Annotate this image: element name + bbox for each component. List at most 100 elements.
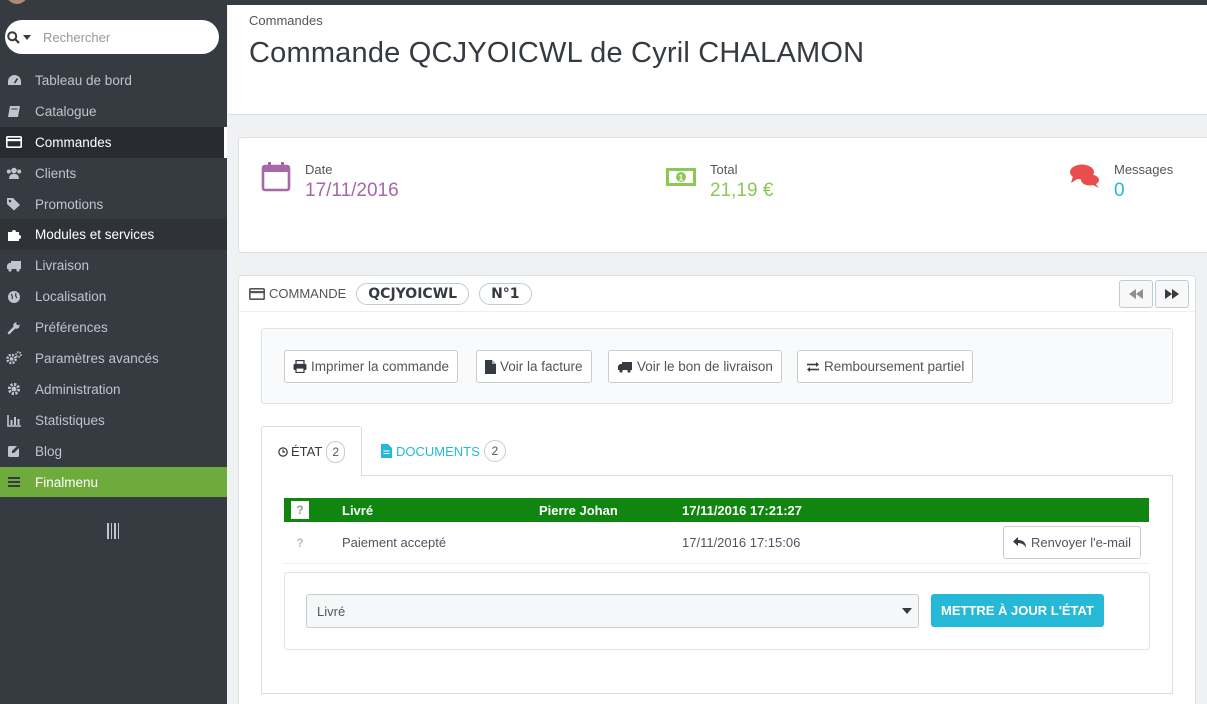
update-status-button[interactable]: METTRE À JOUR L'ÉTAT bbox=[931, 594, 1104, 627]
sidebar-item-label: Clients bbox=[35, 165, 77, 181]
sidebar-item-promotions[interactable]: Promotions bbox=[0, 189, 227, 220]
sidebar-item-advanced-parameters[interactable]: Paramètres avancés bbox=[0, 343, 227, 374]
tab-documents[interactable]: DOCUMENTS 2 bbox=[365, 426, 522, 476]
sidebar-item-label: Statistiques bbox=[35, 412, 105, 428]
sidebar-item-label: Administration bbox=[35, 381, 121, 397]
sidebar-item-blog[interactable]: Blog bbox=[0, 436, 227, 467]
print-icon bbox=[293, 360, 307, 373]
tab-status[interactable]: ÉTAT 2 bbox=[261, 426, 362, 477]
kpi-panel: Date 17/11/2016 1 Total 21,19 € Messages… bbox=[238, 137, 1207, 253]
partial-refund-label: Remboursement partiel bbox=[824, 359, 965, 374]
globe-icon bbox=[6, 289, 22, 305]
wrench-icon bbox=[6, 320, 22, 336]
sidebar-item-label: Paramètres avancés bbox=[35, 350, 159, 366]
exchange-icon bbox=[806, 361, 820, 373]
sidebar-item-label: Blog bbox=[35, 443, 63, 459]
menu-lines-icon bbox=[6, 474, 22, 490]
truck-icon bbox=[617, 361, 633, 373]
truck-icon bbox=[6, 258, 22, 274]
comments-icon bbox=[1070, 164, 1099, 188]
order-panel-header: COMMANDE QCJYOICWL N°1 bbox=[239, 276, 1195, 312]
sidebar-item-orders[interactable]: Commandes bbox=[0, 126, 227, 158]
kpi-total-label: Total bbox=[710, 162, 738, 177]
sidebar-item-administration[interactable]: Administration bbox=[0, 374, 227, 405]
status-mark-icon: ? bbox=[291, 501, 309, 519]
partial-refund-button[interactable]: Remboursement partiel bbox=[797, 350, 974, 383]
credit-card-icon bbox=[249, 287, 265, 300]
sidebar-item-preferences[interactable]: Préférences bbox=[0, 312, 227, 343]
order-status-select[interactable]: Livré bbox=[306, 594, 919, 628]
print-order-button[interactable]: Imprimer la commande bbox=[284, 350, 459, 383]
clock-icon bbox=[278, 446, 288, 457]
tags-icon bbox=[6, 196, 22, 212]
cogs-icon bbox=[6, 350, 22, 366]
view-invoice-button[interactable]: Voir la facture bbox=[476, 350, 592, 383]
search-scope-button[interactable] bbox=[5, 20, 33, 54]
caret-down-icon bbox=[902, 608, 912, 614]
previous-order-button[interactable] bbox=[1119, 280, 1153, 308]
update-status-form: Livré METTRE À JOUR L'ÉTAT bbox=[284, 572, 1150, 650]
sidebar-nav: Tableau de bord Catalogue Commandes Clie… bbox=[0, 65, 227, 498]
tab-status-label: ÉTAT bbox=[291, 444, 323, 459]
sidebar-item-finalmenu[interactable]: Finalmenu bbox=[0, 466, 227, 498]
svg-text:1: 1 bbox=[679, 174, 684, 183]
page-header: Commandes Commande QCJYOICWL de Cyril CH… bbox=[228, 5, 1207, 115]
order-panel: COMMANDE QCJYOICWL N°1 Imprimer la comma… bbox=[238, 275, 1196, 704]
sidebar-item-modules[interactable]: Modules et services bbox=[0, 219, 227, 251]
view-delivery-slip-button[interactable]: Voir le bon de livraison bbox=[608, 350, 782, 383]
puzzle-icon bbox=[6, 227, 22, 243]
sidebar-item-localization[interactable]: Localisation bbox=[0, 281, 227, 312]
history-date: 17/11/2016 17:21:27 bbox=[682, 502, 802, 518]
tab-documents-label: DOCUMENTS bbox=[396, 443, 480, 459]
breadcrumb[interactable]: Commandes bbox=[249, 13, 323, 28]
kpi-total-value: 21,19 € bbox=[710, 180, 774, 201]
status-mark-icon: ? bbox=[296, 535, 304, 550]
sidebar-item-statistics[interactable]: Statistiques bbox=[0, 405, 227, 436]
resend-email-label: Renvoyer l'e-mail bbox=[1030, 535, 1131, 550]
order-navigation bbox=[1119, 280, 1189, 308]
sidebar-item-dashboard[interactable]: Tableau de bord bbox=[0, 65, 227, 96]
kpi-messages-value[interactable]: 0 bbox=[1114, 180, 1173, 202]
sidebar-item-shipping[interactable]: Livraison bbox=[0, 250, 227, 281]
next-order-button[interactable] bbox=[1155, 280, 1189, 308]
sidebar: Tableau de bord Catalogue Commandes Clie… bbox=[0, 5, 227, 704]
sidebar-item-label: Préférences bbox=[35, 320, 108, 336]
order-reference-badge: QCJYOICWL bbox=[356, 282, 470, 305]
table-row: ? Paiement accepté 17/11/2016 17:15:06 R… bbox=[284, 522, 1149, 564]
sidebar-item-customers[interactable]: Clients bbox=[0, 158, 227, 189]
dashboard-icon bbox=[6, 72, 22, 88]
avatar[interactable] bbox=[6, 0, 28, 4]
sidebar-item-catalog[interactable]: Catalogue bbox=[0, 96, 227, 127]
users-icon bbox=[6, 165, 22, 181]
page-title: Commande QCJYOICWL de Cyril CHALAMON bbox=[249, 37, 865, 69]
kpi-date: Date 17/11/2016 bbox=[261, 160, 399, 202]
resend-email-button[interactable]: Renvoyer l'e-mail bbox=[1002, 526, 1141, 559]
sidebar-item-label: Commandes bbox=[35, 134, 112, 150]
book-icon bbox=[6, 103, 22, 119]
history-date: 17/11/2016 17:15:06 bbox=[682, 535, 801, 550]
file-text-icon bbox=[381, 444, 392, 458]
history-status: Livré bbox=[342, 502, 374, 518]
kpi-date-value: 17/11/2016 bbox=[305, 180, 399, 201]
kpi-date-label: Date bbox=[305, 162, 333, 177]
sidebar-item-label: Promotions bbox=[35, 196, 104, 212]
order-status-select-value: Livré bbox=[317, 603, 346, 619]
view-invoice-label: Voir la facture bbox=[500, 359, 583, 374]
sidebar-collapse-handle[interactable] bbox=[107, 523, 119, 539]
sidebar-item-label: Livraison bbox=[35, 258, 90, 274]
status-tab-content: ? Livré Pierre Johan 17/11/2016 17:21:27… bbox=[261, 476, 1173, 694]
kpi-total: 1 Total 21,19 € bbox=[664, 160, 773, 202]
sidebar-item-label: Catalogue bbox=[35, 103, 97, 119]
tab-documents-count: 2 bbox=[483, 440, 506, 462]
bar-chart-icon bbox=[6, 412, 22, 428]
sidebar-item-label: Modules et services bbox=[35, 227, 155, 243]
print-order-label: Imprimer la commande bbox=[311, 359, 450, 374]
search-input[interactable] bbox=[33, 22, 219, 52]
order-history-table: ? Livré Pierre Johan 17/11/2016 17:21:27… bbox=[284, 498, 1149, 564]
kpi-messages-label: Messages bbox=[1114, 162, 1174, 177]
pencil-square-icon bbox=[6, 443, 22, 459]
money-icon: 1 bbox=[666, 168, 696, 186]
table-row: ? Livré Pierre Johan 17/11/2016 17:21:27 bbox=[284, 498, 1149, 522]
search-box bbox=[5, 20, 219, 54]
calendar-icon bbox=[261, 162, 291, 192]
